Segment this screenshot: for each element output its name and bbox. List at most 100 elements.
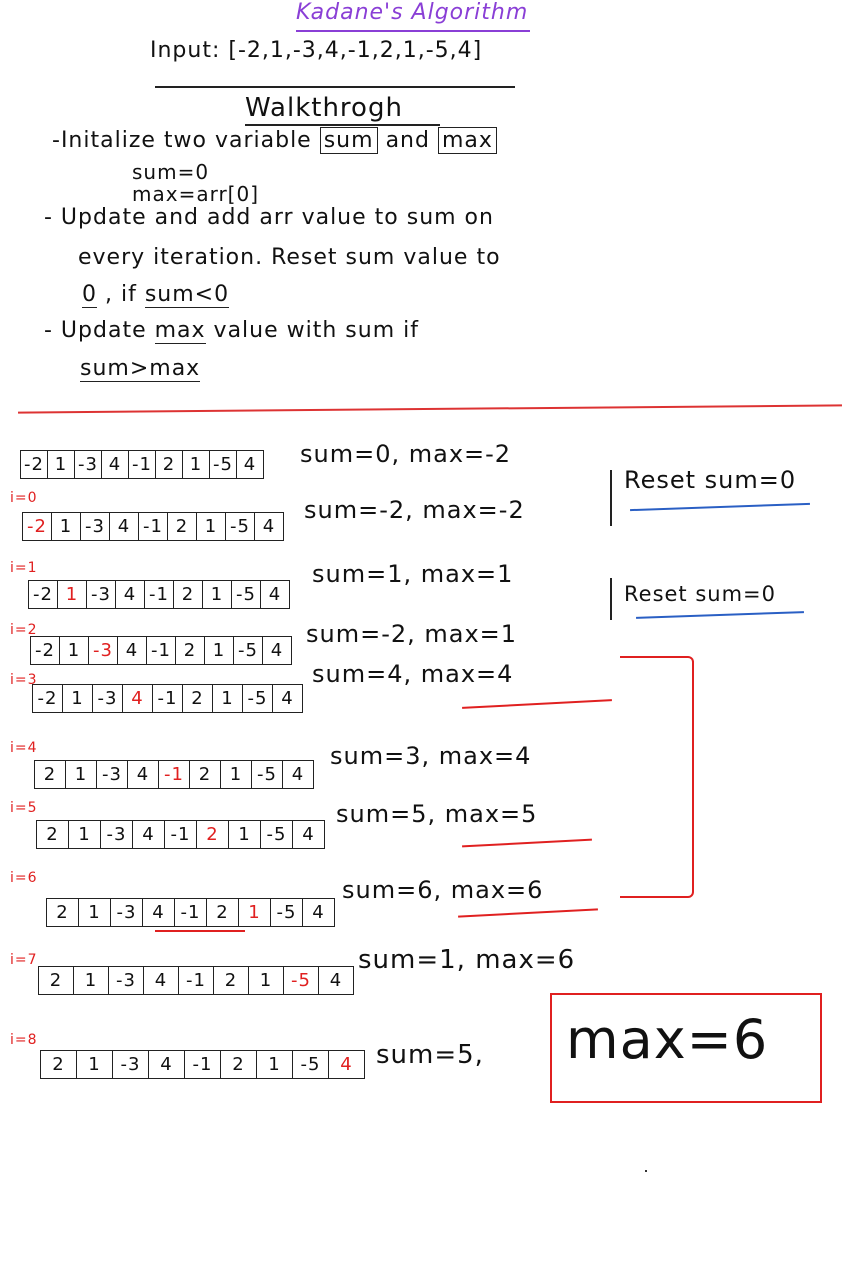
array-cell: 4 bbox=[102, 451, 129, 478]
note-if: , if bbox=[105, 282, 137, 307]
current-element-cell: 1 bbox=[239, 899, 271, 926]
array-cell: 4 bbox=[302, 824, 315, 845]
array-cell: -3 bbox=[109, 967, 144, 994]
array-cell: 2 bbox=[41, 1051, 77, 1078]
array-row: -2 1 -3 4 -1 2 1 -5 4 bbox=[30, 636, 292, 665]
array-cell: 2 bbox=[35, 761, 66, 788]
array-cell: 1 bbox=[74, 967, 109, 994]
reset-note-1: Reset sum=0 bbox=[624, 466, 797, 494]
array-cell: 1 bbox=[221, 761, 252, 788]
array-cell: -5 bbox=[243, 685, 273, 712]
current-element-cell: -1 bbox=[159, 761, 190, 788]
zero-underlined: 0 bbox=[82, 282, 97, 308]
iteration-label: i=0 bbox=[10, 490, 38, 506]
array-cell: 4 bbox=[110, 513, 139, 540]
array-cell: -5 bbox=[293, 1051, 329, 1078]
array-cell: 1 bbox=[69, 821, 101, 848]
boxed-max: max bbox=[437, 127, 497, 154]
reset-underline-1 bbox=[630, 502, 810, 512]
iteration-status: sum=6, max=6 bbox=[342, 876, 544, 904]
reset-divider-1 bbox=[610, 470, 612, 526]
array-cell: 4 bbox=[143, 899, 175, 926]
reset-note-2: Reset sum=0 bbox=[624, 582, 777, 606]
array-cell: 2 bbox=[183, 685, 213, 712]
array-cell: -1 bbox=[175, 899, 207, 926]
iteration-status: sum=1, max=6 bbox=[358, 945, 576, 975]
array-cell: 4 bbox=[144, 967, 179, 994]
array-cell: -3 bbox=[81, 513, 110, 540]
array-cell: 4 bbox=[329, 970, 343, 991]
array-cell: 1 bbox=[52, 513, 81, 540]
array-cell: 2 bbox=[190, 761, 221, 788]
iteration-label: i=1 bbox=[10, 560, 38, 576]
array-cell: -3 bbox=[101, 821, 133, 848]
array-cell: -1 bbox=[147, 637, 176, 664]
final-max: max=6 bbox=[566, 1008, 769, 1071]
note-update-max: - Update max value with sum if bbox=[44, 318, 419, 344]
note-update-line1: - Update and add arr value to sum on bbox=[44, 205, 494, 230]
max-update-underline-i3 bbox=[462, 699, 612, 709]
array-cell: -3 bbox=[75, 451, 102, 478]
array-cell: 2 bbox=[174, 581, 203, 608]
page-title: Kadane's Algorithm bbox=[296, 0, 529, 25]
array-row: -2 1 -3 4 -1 2 1 -5 4 bbox=[32, 684, 303, 713]
array-cell: 4 bbox=[118, 637, 147, 664]
array-cell: -1 bbox=[165, 821, 197, 848]
note-initialize-prefix: -Initalize two variable bbox=[52, 128, 312, 153]
array-cell: -1 bbox=[179, 967, 214, 994]
max-update-underline-i5 bbox=[462, 838, 592, 848]
array-cell: -5 bbox=[252, 761, 283, 788]
note-update-prefix: - Update bbox=[44, 318, 147, 343]
array-cell: -1 bbox=[185, 1051, 221, 1078]
array-cell: -3 bbox=[113, 1051, 149, 1078]
array-row: 2 1 -3 4 -1 2 1 -5 4 bbox=[46, 898, 335, 927]
array-cell: -5 bbox=[234, 637, 263, 664]
array-row: 2 1 -3 4 -1 2 1 -5 4 bbox=[36, 820, 325, 849]
array-cell: 4 bbox=[281, 688, 294, 709]
subarray-underline bbox=[155, 930, 245, 932]
input-array-text: Input: [-2,1,-3,4,-1,2,1,-5,4] bbox=[150, 38, 483, 63]
reset-divider-2 bbox=[610, 578, 612, 620]
current-element-cell: -5 bbox=[284, 967, 319, 994]
array-cell: -3 bbox=[93, 685, 123, 712]
walkthrough-heading: Walkthrogh bbox=[245, 93, 403, 123]
array-cell: 2 bbox=[214, 967, 249, 994]
note-update-line2: every iteration. Reset sum value to bbox=[78, 245, 501, 270]
array-cell: 4 bbox=[270, 640, 284, 661]
array-cell: 4 bbox=[149, 1051, 185, 1078]
array-cell: 2 bbox=[156, 451, 183, 478]
current-element-cell: 4 bbox=[123, 685, 153, 712]
array-cell: -3 bbox=[97, 761, 128, 788]
array-cell: 1 bbox=[257, 1051, 293, 1078]
array-cell: 2 bbox=[176, 637, 205, 664]
array-cell: -1 bbox=[139, 513, 168, 540]
array-cell: -5 bbox=[226, 513, 255, 540]
stray-dot bbox=[645, 1170, 647, 1172]
array-cell: 1 bbox=[249, 967, 284, 994]
array-cell: 4 bbox=[291, 764, 305, 785]
note-condition: sum>max bbox=[80, 356, 201, 382]
sum-greater-max: sum>max bbox=[80, 356, 201, 382]
iteration-status: sum=3, max=4 bbox=[330, 742, 532, 770]
iteration-label: i=6 bbox=[10, 870, 38, 886]
array-cell: 4 bbox=[116, 581, 145, 608]
array-row: -2 1 -3 4 -1 2 1 -5 4 bbox=[20, 450, 264, 479]
iteration-label: i=4 bbox=[10, 740, 38, 756]
array-cell: 1 bbox=[63, 685, 93, 712]
title-underline bbox=[296, 30, 530, 32]
header-divider bbox=[155, 86, 515, 88]
array-cell: 1 bbox=[203, 581, 232, 608]
sum-less-zero: sum<0 bbox=[144, 282, 230, 308]
note-update-rest: value with sum if bbox=[213, 318, 419, 343]
note-and: and bbox=[385, 128, 430, 153]
iteration-label: i=5 bbox=[10, 800, 38, 816]
array-row: 2 1 -3 4 -1 2 1 -5 4 bbox=[40, 1050, 365, 1079]
current-element-cell: -3 bbox=[89, 637, 118, 664]
array-cell: 1 bbox=[79, 899, 111, 926]
array-cell: 1 bbox=[77, 1051, 113, 1078]
iteration-status: sum=5, bbox=[376, 1040, 484, 1070]
array-cell: -1 bbox=[129, 451, 156, 478]
array-cell: 1 bbox=[66, 761, 97, 788]
boxed-sum: sum bbox=[319, 127, 378, 154]
array-cell: 4 bbox=[128, 761, 159, 788]
